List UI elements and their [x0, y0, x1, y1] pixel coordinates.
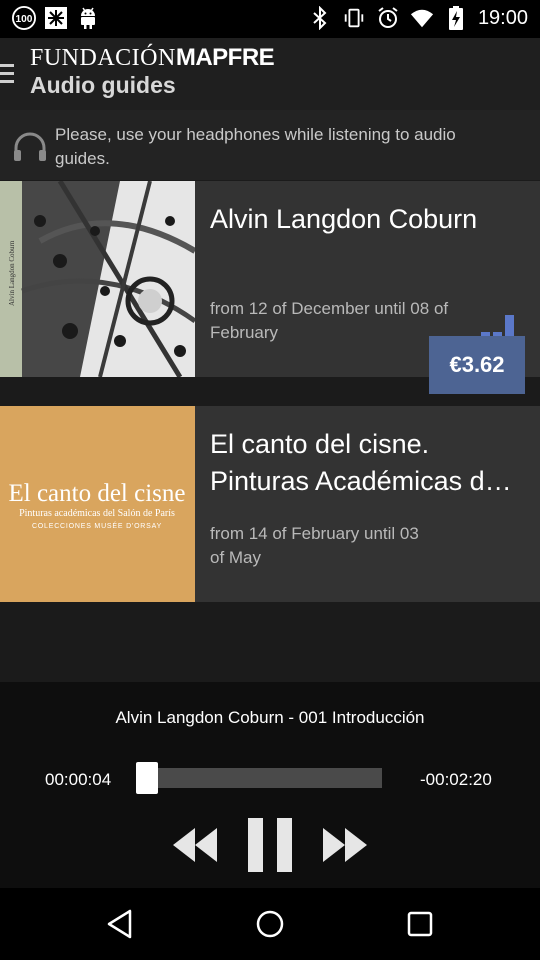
vibrate-icon: [342, 6, 366, 30]
back-button[interactable]: [104, 908, 136, 940]
home-icon: [256, 910, 284, 938]
track-title: Alvin Langdon Coburn - 001 Introducción: [115, 708, 425, 727]
guide-cover-coburn: Alvin Langdon Coburn: [0, 181, 195, 377]
pause-icon: [248, 818, 292, 872]
recents-icon: [407, 911, 433, 937]
seek-thumb[interactable]: [136, 762, 158, 794]
pause-button[interactable]: [245, 818, 295, 872]
guide-cover-canto: El canto del cisne Pinturas académicas d…: [0, 406, 195, 602]
svg-text:100: 100: [16, 14, 33, 25]
badge-100-icon: 100: [12, 6, 36, 30]
signal-bars-icon: [481, 315, 515, 337]
battery-charging-icon: [444, 6, 468, 30]
headphones-icon: [12, 132, 48, 162]
brand-part1: FUNDACIÓN: [30, 45, 176, 71]
cover-subtitle: Pinturas académicas del Salón de París: [19, 508, 175, 519]
system-nav-bar: [0, 888, 540, 960]
fast-forward-icon: [323, 828, 367, 862]
menu-icon[interactable]: [0, 64, 16, 86]
guide-card[interactable]: El canto del cisne Pinturas académicas d…: [0, 406, 540, 602]
android-icon: [76, 6, 100, 30]
brand-logo: FUNDACIÓN MAPFRE: [30, 44, 275, 72]
guide-title: Alvin Langdon Coburn: [210, 204, 478, 234]
home-button[interactable]: [254, 908, 286, 940]
bluetooth-icon: [308, 6, 332, 30]
guide-title: El canto del cisne. Pinturas Académicas …: [210, 429, 512, 496]
status-time: 19:00: [477, 7, 528, 29]
app-header: FUNDACIÓN MAPFRE Audio guides: [0, 38, 540, 110]
recents-button[interactable]: [404, 908, 436, 940]
cover-spine-text: Alvin Langdon Coburn: [8, 240, 16, 306]
headphones-notice: Please, use your headphones while listen…: [0, 110, 540, 180]
rewind-icon: [173, 828, 217, 862]
cover-title: El canto del cisne: [8, 480, 185, 507]
guide-dates: from 14 of February until 03 of May: [210, 524, 419, 567]
wifi-icon: [410, 6, 434, 30]
fast-forward-button[interactable]: [320, 820, 370, 870]
back-icon: [107, 909, 132, 939]
time-remaining: -00:02:20: [420, 770, 492, 789]
time-elapsed: 00:00:04: [45, 770, 112, 789]
notice-text: Please, use your headphones while listen…: [55, 125, 456, 168]
seek-bar[interactable]: [146, 768, 382, 788]
page-title: Audio guides: [30, 72, 176, 98]
audio-player: Alvin Langdon Coburn - 001 Introducción …: [0, 682, 540, 888]
buy-price-button[interactable]: €3.62: [429, 336, 525, 394]
alarm-icon: [376, 6, 400, 30]
brand-part2: MAPFRE: [175, 44, 275, 71]
rewind-button[interactable]: [170, 820, 220, 870]
snowflake-app-icon: [44, 6, 68, 30]
cover-caption: COLECCIONES MUSÉE D'ORSAY: [32, 521, 162, 530]
status-bar: 100 19:00: [0, 0, 540, 38]
